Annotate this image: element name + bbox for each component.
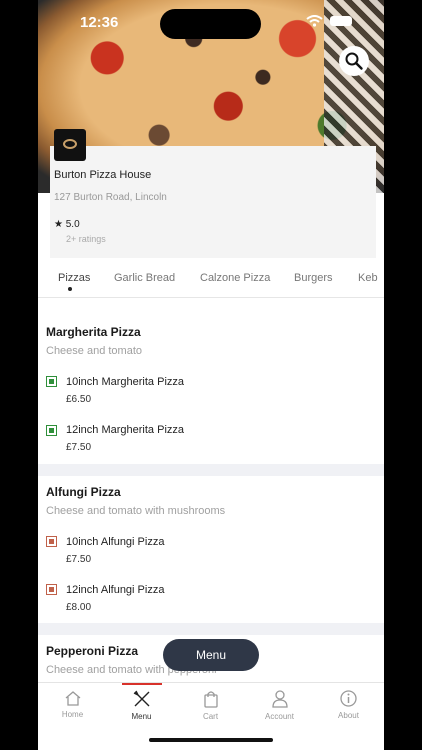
nav-label: Cart xyxy=(202,712,219,721)
menu-section: Margherita Pizza Cheese and tomato 10inc… xyxy=(38,299,384,464)
category-tabs: Pizzas Garlic Bread Calzone Pizza Burger… xyxy=(38,264,384,298)
nonveg-indicator-icon xyxy=(46,536,57,547)
bag-icon xyxy=(203,691,218,708)
nav-label: Menu xyxy=(131,712,152,721)
ratings-count: 2+ ratings xyxy=(66,234,106,244)
restaurant-info-card: Burton Pizza House 127 Burton Road, Linc… xyxy=(50,129,376,258)
item-name: 12inch Alfungi Pizza xyxy=(66,584,165,596)
tab-burgers[interactable]: Burgers xyxy=(294,272,333,284)
info-icon xyxy=(340,690,357,707)
item-name: 12inch Margherita Pizza xyxy=(66,424,185,436)
restaurant-address: 127 Burton Road, Lincoln xyxy=(54,192,167,203)
nav-cart[interactable]: Cart xyxy=(176,683,245,728)
star-icon: ★ xyxy=(54,219,63,230)
logo-emblem-icon xyxy=(63,139,77,149)
menu-section: Alfungi Pizza Cheese and tomato with mus… xyxy=(38,476,384,623)
home-indicator xyxy=(149,738,273,742)
tab-pizzas[interactable]: Pizzas xyxy=(58,272,90,284)
status-time: 12:36 xyxy=(80,14,119,31)
section-description: Cheese and tomato xyxy=(46,345,143,357)
active-tab-indicator xyxy=(68,287,72,291)
nav-home[interactable]: Home xyxy=(38,683,107,728)
nav-label: Home xyxy=(61,710,84,719)
veg-indicator-icon xyxy=(46,425,57,436)
fork-knife-icon xyxy=(133,690,149,707)
search-button[interactable] xyxy=(339,46,369,76)
search-icon xyxy=(345,52,363,70)
tab-kebabs[interactable]: Keb xyxy=(358,272,378,284)
wifi-icon xyxy=(306,15,323,27)
item-price: £6.50 xyxy=(66,394,92,405)
restaurant-name: Burton Pizza House xyxy=(54,169,152,181)
tab-calzone-pizza[interactable]: Calzone Pizza xyxy=(200,272,270,284)
dynamic-island xyxy=(160,9,261,39)
item-name: 10inch Margherita Pizza xyxy=(66,376,185,388)
nav-account[interactable]: Account xyxy=(245,683,314,728)
item-name: 10inch Alfungi Pizza xyxy=(66,536,165,548)
nav-menu[interactable]: Menu xyxy=(107,683,176,728)
veg-indicator-icon xyxy=(46,376,57,387)
user-icon xyxy=(271,690,288,708)
home-icon xyxy=(65,691,80,706)
nav-label: About xyxy=(338,711,359,720)
menu-float-button[interactable]: Menu xyxy=(163,639,259,671)
section-description: Cheese and tomato with mushrooms xyxy=(46,505,226,517)
battery-icon xyxy=(330,16,352,26)
section-divider xyxy=(38,623,384,635)
app-screen: 12:36 Burton Pizza House 127 Burton Road… xyxy=(38,0,384,750)
restaurant-logo xyxy=(54,129,86,161)
tab-garlic-bread[interactable]: Garlic Bread xyxy=(114,272,175,284)
item-price: £8.00 xyxy=(66,602,92,613)
nonveg-indicator-icon xyxy=(46,584,57,595)
section-title: Alfungi Pizza xyxy=(46,485,121,499)
nav-label: Account xyxy=(265,712,294,721)
nav-about[interactable]: About xyxy=(314,683,383,728)
item-price: £7.50 xyxy=(66,442,92,453)
section-title: Margherita Pizza xyxy=(46,325,141,339)
section-divider xyxy=(38,464,384,476)
rating-value: 5.0 xyxy=(65,219,80,230)
rating: ★ 5.0 xyxy=(54,219,80,230)
item-price: £7.50 xyxy=(66,554,92,565)
section-title: Pepperoni Pizza xyxy=(46,644,139,658)
